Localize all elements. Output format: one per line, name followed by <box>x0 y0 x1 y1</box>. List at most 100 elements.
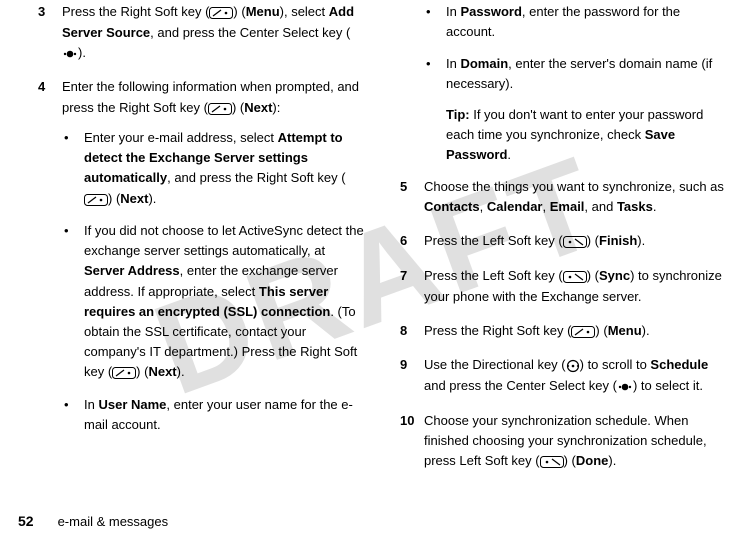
bullet-item: • In Domain, enter the server's domain n… <box>424 54 728 165</box>
bullet-text: In Password, enter the password for the … <box>446 2 728 42</box>
text: ). <box>78 45 86 60</box>
step-6: 6 Press the Left Soft key () (Finish). <box>400 231 728 252</box>
left-soft-key-icon <box>540 451 564 471</box>
step-number: 5 <box>400 177 424 197</box>
text: ) ( <box>595 323 607 338</box>
text: . <box>507 147 511 162</box>
step-10: 10 Choose your synchronization schedule.… <box>400 411 728 472</box>
text: , and press the Right Soft key ( <box>167 170 345 185</box>
center-select-key-icon <box>617 376 633 396</box>
text: Press the Left Soft key ( <box>424 233 563 248</box>
text: In <box>84 397 98 412</box>
server-address-label: Server Address <box>84 263 180 278</box>
text: ): <box>272 100 280 115</box>
step-body: Press the Left Soft key ( ) (Finish). <box>424 231 728 252</box>
bullet-dot: • <box>424 2 446 42</box>
text: , and press the Center Select key ( <box>150 25 350 40</box>
tasks-label: Tasks <box>617 199 653 214</box>
bullet-text: In Domain, enter the server's domain nam… <box>446 54 728 165</box>
text: Enter your e-mail address, select <box>84 130 278 145</box>
next-label: Next <box>120 191 148 206</box>
calendar-label: Calendar <box>487 199 543 214</box>
step-number: 8 <box>400 321 424 341</box>
right-soft-key-icon <box>84 189 108 209</box>
step-body: Press the Left Soft key () (Sync) to syn… <box>424 266 728 307</box>
right-soft-key-icon <box>571 321 595 341</box>
schedule-label: Schedule <box>650 357 708 372</box>
text: ) ( <box>108 191 120 206</box>
step-number: 3 <box>38 2 62 22</box>
sync-label: Sync <box>599 268 630 283</box>
text: ) ( <box>233 4 245 19</box>
bullet-item: • If you did not choose to let ActiveSyn… <box>62 221 366 383</box>
user-name-label: User Name <box>98 397 166 412</box>
next-label: Next <box>148 364 176 379</box>
text: ). <box>608 453 616 468</box>
email-label: Email <box>550 199 585 214</box>
bullet-item: • In User Name, enter your user name for… <box>62 395 366 435</box>
left-soft-key-icon <box>563 232 587 252</box>
center-select-key-icon <box>62 43 78 63</box>
step-number: 9 <box>400 355 424 375</box>
left-column: 3 Press the Right Soft key () (Menu), se… <box>38 2 366 485</box>
text: ) ( <box>232 100 244 115</box>
text: ). <box>637 233 645 248</box>
text: ). <box>148 191 156 206</box>
finish-label: Finish <box>599 233 637 248</box>
text: and press the Center Select key ( <box>424 378 617 393</box>
bullet-text: If you did not choose to let ActiveSync … <box>84 221 366 383</box>
text: , <box>543 199 550 214</box>
text: , <box>480 199 487 214</box>
text: Press the Right Soft key ( <box>62 4 209 19</box>
step-3: 3 Press the Right Soft key () (Menu), se… <box>38 2 366 63</box>
step-7: 7 Press the Left Soft key () (Sync) to s… <box>400 266 728 307</box>
step-number: 10 <box>400 411 424 431</box>
next-label: Next <box>244 100 272 115</box>
step-body: Press the Right Soft key () (Menu), sele… <box>62 2 366 63</box>
text: Choose the things you want to synchroniz… <box>424 179 724 194</box>
menu-label: Menu <box>608 323 642 338</box>
step-body: Use the Directional key () to scroll to … <box>424 355 728 396</box>
left-soft-key-icon <box>563 266 587 286</box>
text: ) ( <box>564 453 576 468</box>
right-column: • In Password, enter the password for th… <box>400 2 728 485</box>
text: In <box>446 56 460 71</box>
text: . <box>653 199 657 214</box>
step-body: Press the Right Soft key ( ) (Menu). <box>424 321 728 342</box>
right-soft-key-icon <box>208 98 232 118</box>
page-footer: 52e-mail & messages <box>18 511 168 533</box>
text: ). <box>177 364 185 379</box>
menu-label: Menu <box>246 4 280 19</box>
bullet-dot: • <box>62 221 84 383</box>
step-9: 9 Use the Directional key ( ) to scroll t… <box>400 355 728 396</box>
step-5: 5 Choose the things you want to synchron… <box>400 177 728 217</box>
text: , and <box>584 199 617 214</box>
contacts-label: Contacts <box>424 199 480 214</box>
text: If you did not choose to let ActiveSync … <box>84 223 364 258</box>
text: ) ( <box>136 364 148 379</box>
section-title: e-mail & messages <box>58 514 169 529</box>
step-body: Choose the things you want to synchroniz… <box>424 177 728 217</box>
text: ) ( <box>587 233 599 248</box>
tip-label: Tip: <box>446 107 470 122</box>
done-label: Done <box>576 453 609 468</box>
step-number: 7 <box>400 266 424 286</box>
bullet-dot: • <box>62 395 84 435</box>
content-columns: 3 Press the Right Soft key () (Menu), se… <box>0 0 756 485</box>
text: ). <box>642 323 650 338</box>
bullet-item: • In Password, enter the password for th… <box>424 2 728 42</box>
right-soft-key-icon <box>112 363 136 383</box>
text: Use the Directional key ( <box>424 357 566 372</box>
text: Press the Right Soft key ( <box>424 323 571 338</box>
text: ) to scroll to <box>580 357 651 372</box>
bullet-text: Enter your e-mail address, select Attemp… <box>84 128 366 209</box>
domain-label: Domain <box>460 56 508 71</box>
bullet-dot: • <box>62 128 84 209</box>
step-8: 8 Press the Right Soft key ( ) (Menu). <box>400 321 728 342</box>
text: In <box>446 4 460 19</box>
bullet-item: • Enter your e-mail address, select Atte… <box>62 128 366 209</box>
text: ) to select it. <box>633 378 703 393</box>
step-number: 4 <box>38 77 62 97</box>
bullet-text: In User Name, enter your user name for t… <box>84 395 366 435</box>
step-body: Enter the following information when pro… <box>62 77 366 447</box>
